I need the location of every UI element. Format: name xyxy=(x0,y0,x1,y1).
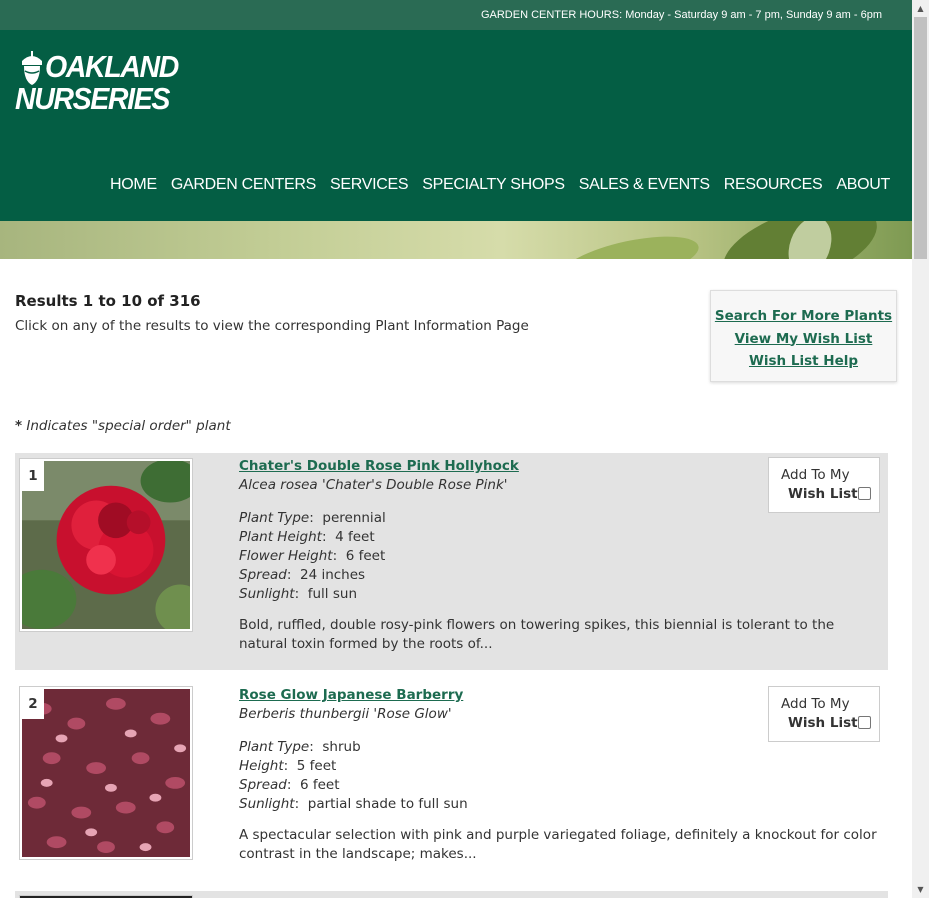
result-number: 1 xyxy=(22,461,44,491)
special-order-star: * xyxy=(15,418,23,434)
special-order-note: * Indicates "special order" plant xyxy=(15,418,231,434)
result-number: 2 xyxy=(22,689,44,719)
special-order-text: Indicates "special order" plant xyxy=(22,418,231,434)
nav-specialty-shops[interactable]: SPECIALTY SHOPS xyxy=(422,176,565,194)
scrollbar-thumb[interactable] xyxy=(914,17,927,259)
plant-description: Bold, ruffled, double rosy-pink flowers … xyxy=(239,617,835,652)
attribute-row: Plant Type: perennial xyxy=(239,510,386,526)
nav-sales-events[interactable]: SALES & EVENTS xyxy=(579,176,710,194)
add-to-wish-list[interactable]: Add To My Wish List xyxy=(768,457,880,513)
plant-links-box: Search For More Plants View My Wish List… xyxy=(710,290,897,382)
plant-thumbnail[interactable]: 2 xyxy=(19,686,193,860)
nav-home[interactable]: HOME xyxy=(110,176,157,194)
oakland-nurseries-logo[interactable]: OAKLAND NURSERIES xyxy=(15,43,179,123)
botanical-name: Alcea rosea 'Chater's Double Rose Pink' xyxy=(239,477,508,493)
site-header: OAKLAND NURSERIES HOME GARDEN CENTERS SE… xyxy=(0,30,912,221)
wish-label-line-1: Add To My xyxy=(781,696,850,712)
leaf-banner-image xyxy=(0,221,912,259)
vertical-scrollbar[interactable]: ▲ ▼ xyxy=(912,0,929,898)
plant-attributes: Plant Type: perennial Plant Height: 4 fe… xyxy=(239,509,386,604)
plant-attributes: Plant Type: shrub Height: 5 feet Spread:… xyxy=(239,738,468,814)
wish-label-line-1: Add To My xyxy=(781,467,850,483)
attribute-row: Plant Type: shrub xyxy=(239,739,361,755)
scroll-down-arrow-icon[interactable]: ▼ xyxy=(912,881,929,898)
attribute-row: Height: 5 feet xyxy=(239,758,337,774)
barberry-image xyxy=(22,689,190,857)
results-count: Results 1 to 10 of 316 xyxy=(15,292,201,310)
search-more-plants-link[interactable]: Search For More Plants xyxy=(711,305,896,328)
attribute-row: Spread: 24 inches xyxy=(239,567,366,583)
botanical-name: Berberis thunbergii 'Rose Glow' xyxy=(239,706,452,722)
add-to-wish-list[interactable]: Add To My Wish List xyxy=(768,686,880,742)
plant-name-link[interactable]: Chater's Double Rose Pink Hollyhock xyxy=(239,458,519,474)
attribute-row: Flower Height: 6 feet xyxy=(239,548,386,564)
attribute-row: Sunlight: partial shade to full sun xyxy=(239,796,468,812)
plant-result-row[interactable]: 1 Chater's Double Rose Pink Hollyhock Al… xyxy=(15,453,888,670)
logo-line-2: NURSERIES xyxy=(15,81,170,116)
hollyhock-image xyxy=(22,461,190,629)
plant-thumbnail[interactable]: 1 xyxy=(19,458,193,632)
attribute-row: Plant Height: 4 feet xyxy=(239,529,375,545)
garden-center-hours: GARDEN CENTER HOURS: Monday - Saturday 9… xyxy=(480,9,882,21)
wish-list-checkbox[interactable] xyxy=(858,487,871,500)
wish-list-help-link[interactable]: Wish List Help xyxy=(711,350,896,373)
main-nav: HOME GARDEN CENTERS SERVICES SPECIALTY S… xyxy=(110,176,890,194)
wish-label-line-2: Wish List xyxy=(788,486,858,502)
nav-about[interactable]: ABOUT xyxy=(836,176,890,194)
logo-line-1: OAKLAND xyxy=(45,49,179,84)
view-wish-list-link[interactable]: View My Wish List xyxy=(711,328,896,351)
nav-garden-centers[interactable]: GARDEN CENTERS xyxy=(171,176,316,194)
top-bar: GARDEN CENTER HOURS: Monday - Saturday 9… xyxy=(0,0,912,30)
nav-resources[interactable]: RESOURCES xyxy=(724,176,823,194)
scroll-up-arrow-icon[interactable]: ▲ xyxy=(912,0,929,17)
wish-label-line-2: Wish List xyxy=(788,715,858,731)
plant-description: A spectacular selection with pink and pu… xyxy=(239,827,877,862)
attribute-row: Sunlight: full sun xyxy=(239,586,357,602)
plant-result-row[interactable]: 2 Rose Glow Japanese Barberry Berberis t… xyxy=(15,682,888,872)
attribute-row: Spread: 6 feet xyxy=(239,777,340,793)
results-instructions: Click on any of the results to view the … xyxy=(15,318,529,334)
wish-list-checkbox[interactable] xyxy=(858,716,871,729)
nav-services[interactable]: SERVICES xyxy=(330,176,409,194)
plant-name-link[interactable]: Rose Glow Japanese Barberry xyxy=(239,687,463,703)
